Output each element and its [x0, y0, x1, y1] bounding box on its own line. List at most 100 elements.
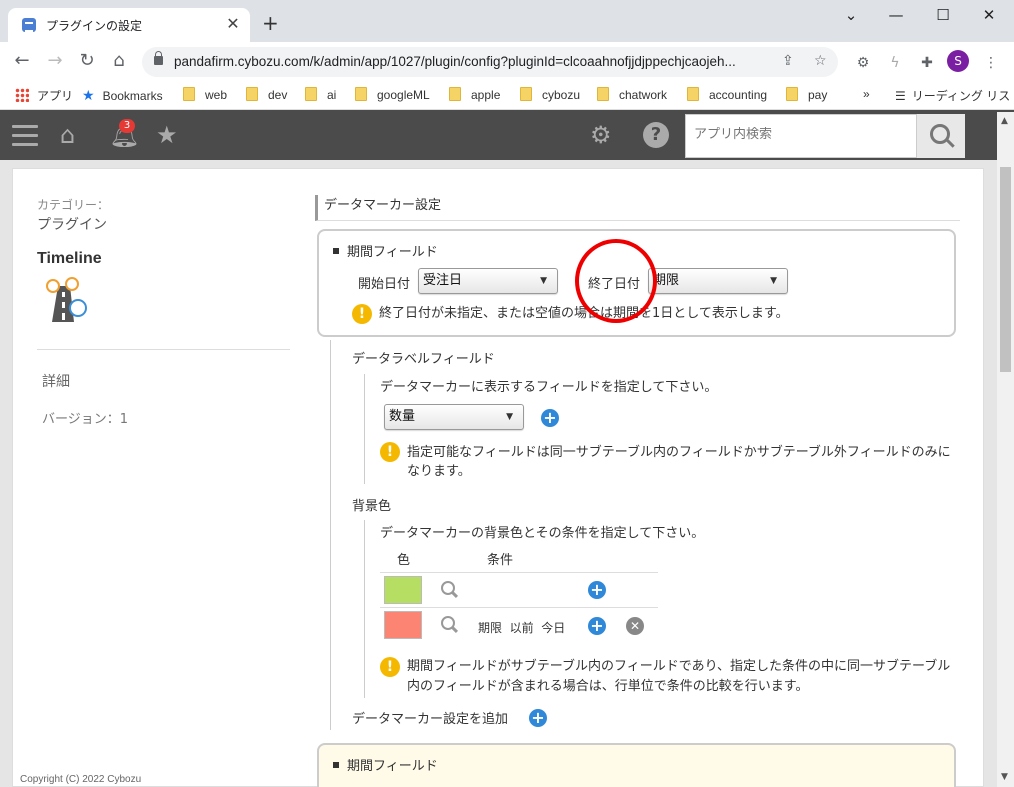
apps-icon: [15, 88, 29, 102]
tree-line: [364, 520, 365, 698]
home-icon[interactable]: ⌂: [60, 122, 75, 148]
bg-color-heading: 背景色: [352, 499, 392, 514]
end-date-select[interactable]: 期限 ▼: [648, 268, 788, 294]
bookmark-star-icon[interactable]: ☆: [814, 53, 827, 69]
color-swatch[interactable]: [384, 611, 422, 639]
period-field-box-2: 期間フィールド: [317, 743, 956, 787]
app-search-input[interactable]: [694, 127, 914, 142]
add-marker-button[interactable]: +: [529, 709, 547, 727]
folder-icon: [183, 87, 195, 101]
lock-icon: [154, 51, 163, 65]
condition-column-header: 条件: [487, 553, 514, 568]
app-name: Timeline: [37, 250, 102, 267]
label-field-select[interactable]: 数量 ▼: [384, 404, 524, 430]
bookmark-dev[interactable]: dev: [246, 87, 287, 102]
folder-icon: [246, 87, 258, 101]
url-text: pandafirm.cybozu.com/k/admin/app/1027/pl…: [174, 54, 736, 69]
sidebar-divider: [37, 349, 290, 350]
scroll-down-icon[interactable]: ▼: [1001, 772, 1008, 782]
magnifier-icon[interactable]: [441, 581, 459, 599]
copyright: Copyright (C) 2022 Cybozu: [20, 774, 142, 785]
browser-tab[interactable]: プラグインの設定 ✕: [8, 8, 250, 42]
warning-icon: !: [352, 304, 372, 324]
bookmark-googleml[interactable]: googleML: [355, 87, 430, 102]
bookmark-ai[interactable]: ai: [305, 87, 336, 102]
bg-color-warning-line2: 内のフィールドが含まれる場合は、行単位で条件の比較を行います。: [407, 679, 809, 694]
bookmark-apps[interactable]: アプリ: [15, 87, 73, 104]
scroll-up-icon[interactable]: ▲: [1001, 116, 1008, 126]
menu-hamburger-icon[interactable]: [12, 125, 38, 147]
remove-color-row-button[interactable]: ✕: [626, 617, 644, 635]
start-date-select[interactable]: 受注日 ▼: [418, 268, 558, 294]
add-label-field-button[interactable]: +: [541, 409, 559, 427]
bullet-square-icon: [333, 248, 339, 254]
bullet-square-icon: [333, 762, 339, 768]
section-title: データマーカー設定: [315, 195, 960, 221]
table-divider: [380, 607, 658, 608]
period-field-title-2: 期間フィールド: [333, 755, 438, 774]
browser-tabstrip: プラグインの設定 ✕ + ⌄ — ☐ ✕: [0, 0, 1014, 42]
bookmarks-overflow[interactable]: »: [863, 87, 870, 101]
tab-title: プラグインの設定: [46, 19, 143, 33]
color-swatch[interactable]: [384, 576, 422, 604]
extension-gear-icon[interactable]: ⚙: [854, 54, 872, 72]
condition-text: 期限 以前 今日: [478, 621, 566, 635]
label-field-warning-line1: 指定可能なフィールドは同一サブテーブル内のフィールドかサブテーブル外フィールドの…: [407, 445, 951, 460]
version-label: バージョン：1: [42, 412, 129, 427]
app-search-field[interactable]: [685, 114, 917, 158]
extensions-puzzle-icon[interactable]: ✚: [918, 54, 936, 72]
folder-icon: [520, 87, 532, 101]
label-field-heading: データラベルフィールド: [352, 352, 495, 367]
extension-bolt-icon[interactable]: ϟ: [886, 54, 904, 72]
help-icon[interactable]: ?: [643, 122, 669, 148]
label-field-warning-line2: なります。: [407, 464, 471, 479]
dropdown-arrow-icon: ▼: [540, 276, 547, 286]
folder-icon: [687, 87, 699, 101]
add-color-row-button[interactable]: +: [588, 581, 606, 599]
settings-gear-icon[interactable]: ⚙: [590, 122, 612, 148]
page-scrollbar[interactable]: ▲ ▼: [997, 112, 1014, 787]
share-icon[interactable]: ⇪: [782, 53, 794, 69]
home-icon[interactable]: ⌂: [108, 50, 130, 72]
reading-list[interactable]: ☰ リーディング リスト: [895, 87, 1014, 104]
warning-icon: !: [380, 442, 400, 462]
add-marker-label: データマーカー設定を追加: [352, 712, 509, 727]
bookmark-web[interactable]: web: [183, 87, 227, 102]
reload-icon[interactable]: ↻: [76, 50, 98, 72]
folder-icon: [449, 87, 461, 101]
start-date-label: 開始日付: [358, 277, 411, 292]
address-bar[interactable]: pandafirm.cybozu.com/k/admin/app/1027/pl…: [142, 47, 838, 77]
folder-icon: [355, 87, 367, 101]
bookmark-chatwork[interactable]: chatwork: [597, 87, 667, 102]
bookmark-cybozu[interactable]: cybozu: [520, 87, 580, 102]
profile-avatar[interactable]: S: [947, 50, 969, 72]
category-label: カテゴリー：: [37, 198, 110, 212]
period-field-title: 期間フィールド: [333, 241, 438, 260]
bookmark-accounting[interactable]: accounting: [687, 87, 767, 102]
tree-line: [330, 340, 331, 730]
close-tab-icon[interactable]: ✕: [224, 15, 242, 33]
back-icon[interactable]: ←: [11, 50, 33, 72]
favorites-star-icon[interactable]: ★: [156, 122, 178, 148]
reading-list-icon: ☰: [895, 89, 906, 103]
maximize-icon[interactable]: ☐: [928, 6, 958, 24]
scroll-thumb[interactable]: [1000, 167, 1011, 372]
close-window-icon[interactable]: ✕: [974, 6, 1004, 24]
bookmark-bookmarks[interactable]: ★ Bookmarks: [82, 87, 163, 104]
bookmark-pay[interactable]: pay: [786, 87, 827, 102]
new-tab-icon[interactable]: +: [262, 13, 279, 33]
add-color-row-button[interactable]: +: [588, 617, 606, 635]
magnifier-icon[interactable]: [441, 616, 459, 634]
folder-icon: [786, 87, 798, 101]
bookmark-apple[interactable]: apple: [449, 87, 500, 102]
table-divider: [380, 572, 658, 573]
highlight-circle: [575, 239, 657, 323]
timeline-app-icon: [46, 277, 87, 322]
forward-icon[interactable]: →: [44, 50, 66, 72]
menu-kebab-icon[interactable]: ⋮: [982, 54, 1000, 72]
warning-icon: !: [380, 657, 400, 677]
tab-search-chevron-icon[interactable]: ⌄: [836, 6, 866, 24]
minimize-icon[interactable]: —: [881, 6, 911, 24]
detail-link[interactable]: 詳細: [42, 371, 70, 391]
search-icon[interactable]: [917, 114, 965, 158]
